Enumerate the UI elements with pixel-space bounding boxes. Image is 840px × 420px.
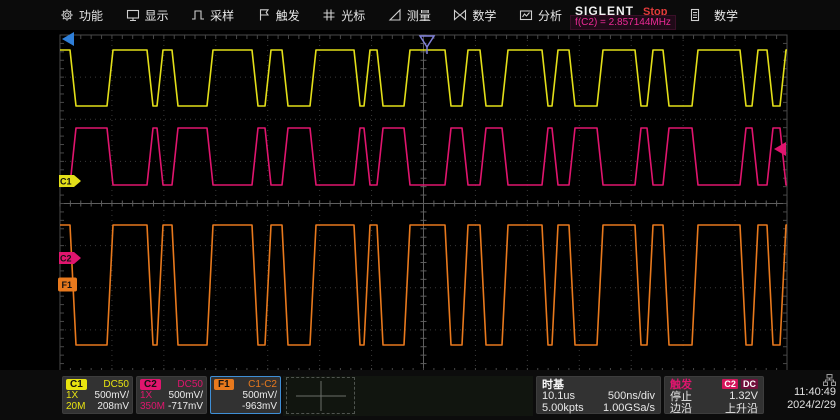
- trigger-source-badge: C2: [722, 379, 738, 389]
- channel-box-f1[interactable]: F1 C1-C2 500mV/ -963mV: [210, 376, 281, 414]
- f1-offset: -963mV: [242, 401, 277, 412]
- c1-bandwidth: 20M: [66, 401, 85, 412]
- graticule: [60, 35, 787, 372]
- timebase-memory: 5.00kpts: [542, 402, 584, 414]
- trigger-coupling-badge: DC: [741, 379, 758, 389]
- svg-text:C1: C1: [60, 177, 72, 187]
- timebase-box[interactable]: 时基 10.1us 500ns/div 5.00kpts 1.00GSa/s: [536, 376, 661, 414]
- clock-date: 2024/2/29: [766, 399, 836, 412]
- timebase-delay: 10.1us: [542, 390, 575, 402]
- add-trace-button[interactable]: [286, 377, 355, 414]
- c1-coupling: DC50: [103, 379, 129, 390]
- status-bar: C1 DC50 1X 500mV/ 20M 208mV C2 DC50 1X 5…: [0, 370, 840, 420]
- channel-box-c2[interactable]: C2 DC50 1X 500mV/ 350M -717mV: [136, 376, 207, 414]
- c1-probe: 1X: [66, 390, 78, 401]
- trigger-box[interactable]: 触发 C2 DC 停止 1.32V 边沿 上升沿: [664, 376, 764, 414]
- c1-chip: C1: [66, 379, 87, 390]
- c2-offset: -717mV: [168, 401, 203, 412]
- c2-scale: 500mV/: [169, 390, 203, 401]
- c2-coupling: DC50: [177, 379, 203, 390]
- c2-bandwidth: 350M: [140, 401, 165, 412]
- c1-scale: 500mV/: [95, 390, 129, 401]
- lan-icon: [823, 374, 836, 386]
- f1-chip: F1: [214, 379, 234, 390]
- clock-block: 11:40:49 2024/2/29: [766, 374, 836, 412]
- f1-scale: 500mV/: [243, 390, 277, 401]
- timebase-samplerate: 1.00GSa/s: [603, 402, 655, 414]
- c1-offset: 208mV: [97, 401, 129, 412]
- svg-text:C2: C2: [60, 254, 72, 264]
- scope-display: C1 C2 F1: [0, 0, 840, 420]
- c2-chip: C2: [140, 379, 161, 390]
- timebase-scale: 500ns/div: [608, 390, 655, 402]
- svg-text:F1: F1: [62, 280, 73, 290]
- channel-box-c1[interactable]: C1 DC50 1X 500mV/ 20M 208mV: [62, 376, 133, 414]
- f1-source: C1-C2: [248, 379, 277, 390]
- trigger-slope: 上升沿: [725, 400, 758, 416]
- f1-level-marker[interactable]: F1: [58, 278, 77, 292]
- clock-time: 11:40:49: [766, 386, 836, 399]
- c2-probe: 1X: [140, 390, 152, 401]
- trigger-type: 边沿: [670, 400, 692, 416]
- oscilloscope-screen: 功能 显示 采样 触发 光标: [0, 0, 840, 420]
- plus-icon: [295, 381, 347, 411]
